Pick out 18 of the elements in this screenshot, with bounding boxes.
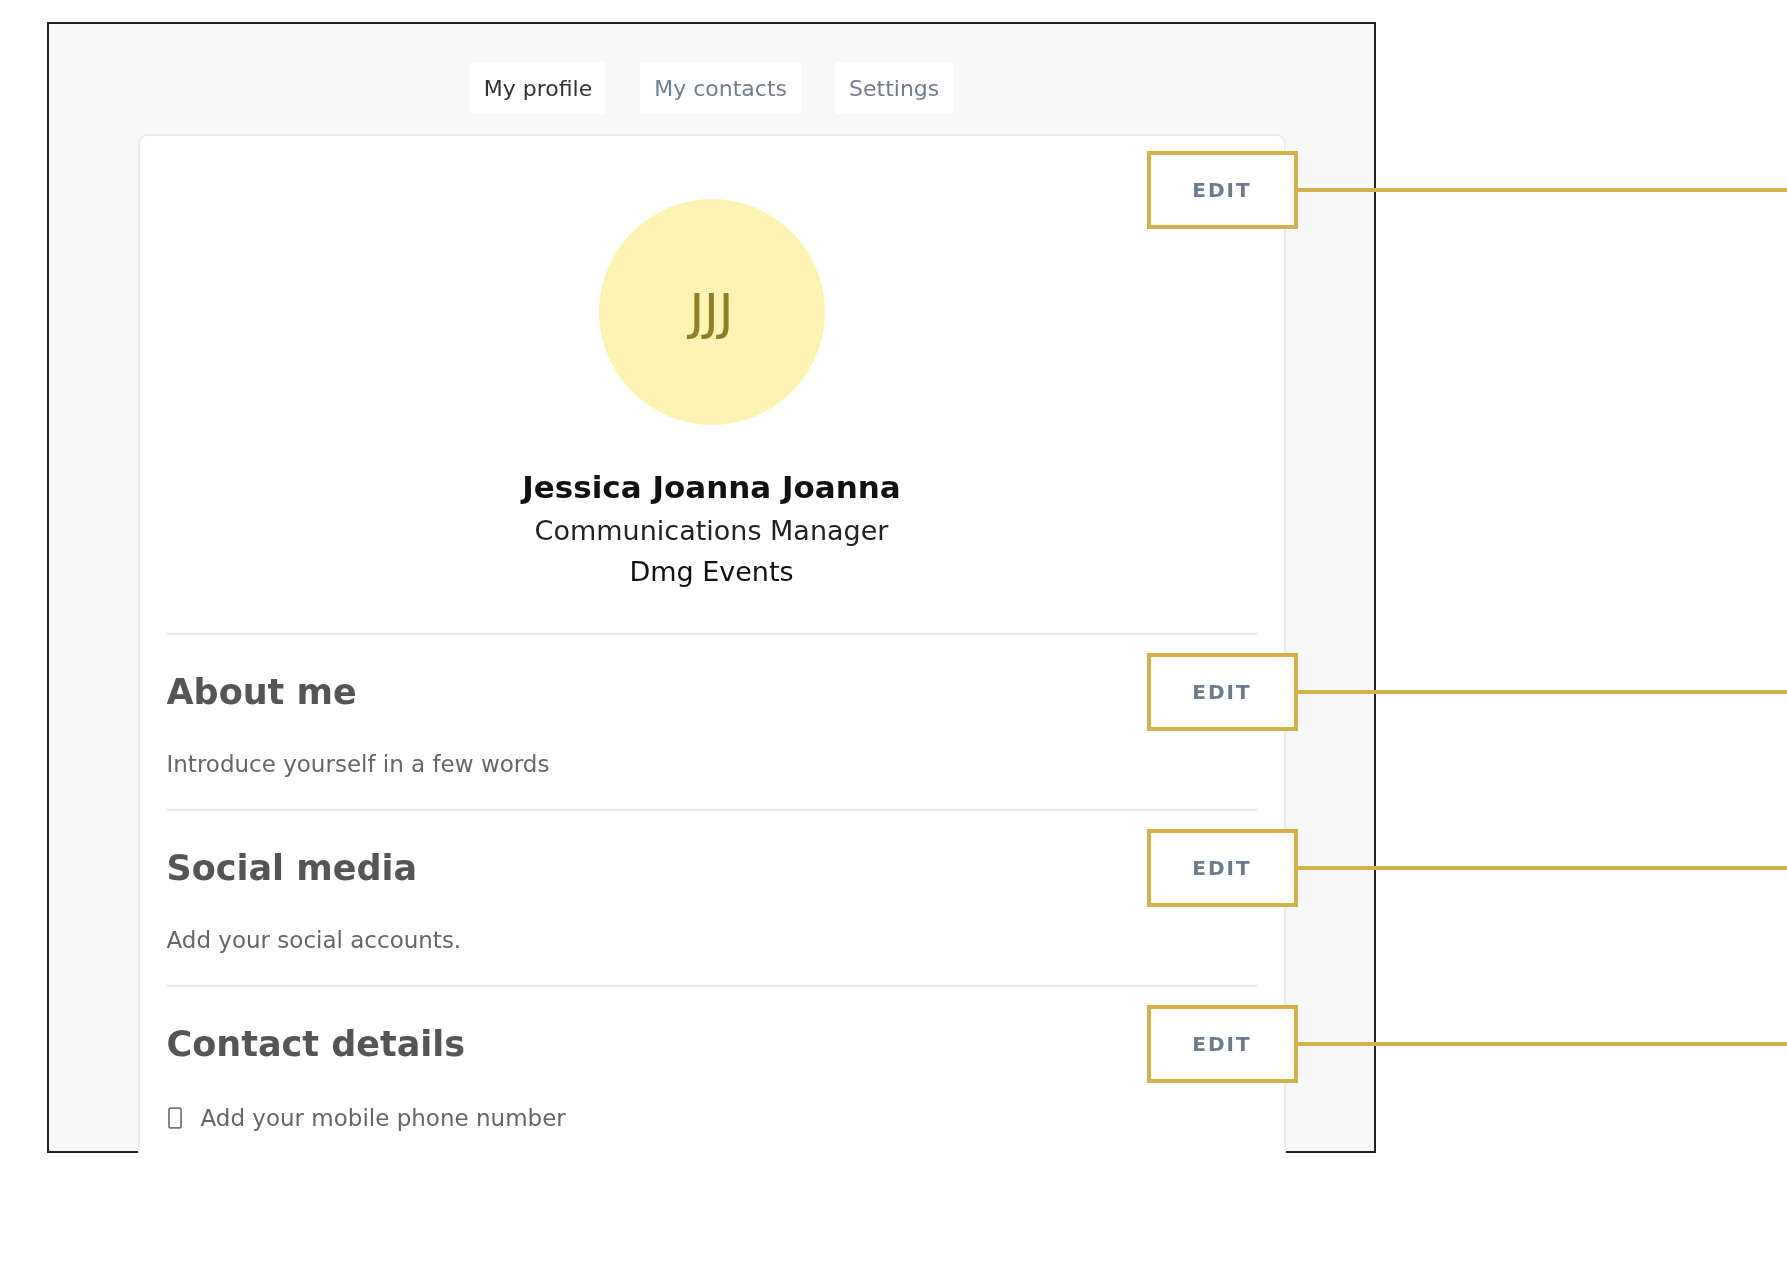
edit-button[interactable]: EDIT	[1146, 1005, 1298, 1083]
edit-button[interactable]: EDIT	[1146, 829, 1298, 907]
section-title: About me	[166, 672, 357, 712]
phone-icon	[166, 1107, 183, 1129]
avatar: JJJ	[598, 199, 825, 425]
tab[interactable]: My contacts	[640, 62, 802, 114]
tab[interactable]: Settings	[835, 62, 954, 114]
job-title: Communications Manager	[534, 515, 889, 546]
section-title: Social media	[166, 848, 418, 888]
section-description: Add your social accounts.	[166, 927, 463, 953]
section-description: Introduce yourself in a few words	[166, 751, 551, 777]
tab[interactable]: My profile	[469, 62, 607, 114]
profile-name: Jessica Joanna Joanna	[522, 469, 901, 505]
edit-button[interactable]: EDIT	[1146, 151, 1298, 229]
phone-prompt: Add your mobile phone number	[200, 1105, 566, 1131]
section-title: Contact details	[166, 1024, 466, 1064]
company-name: Dmg Events	[629, 556, 794, 587]
edit-button[interactable]: EDIT	[1146, 653, 1298, 731]
